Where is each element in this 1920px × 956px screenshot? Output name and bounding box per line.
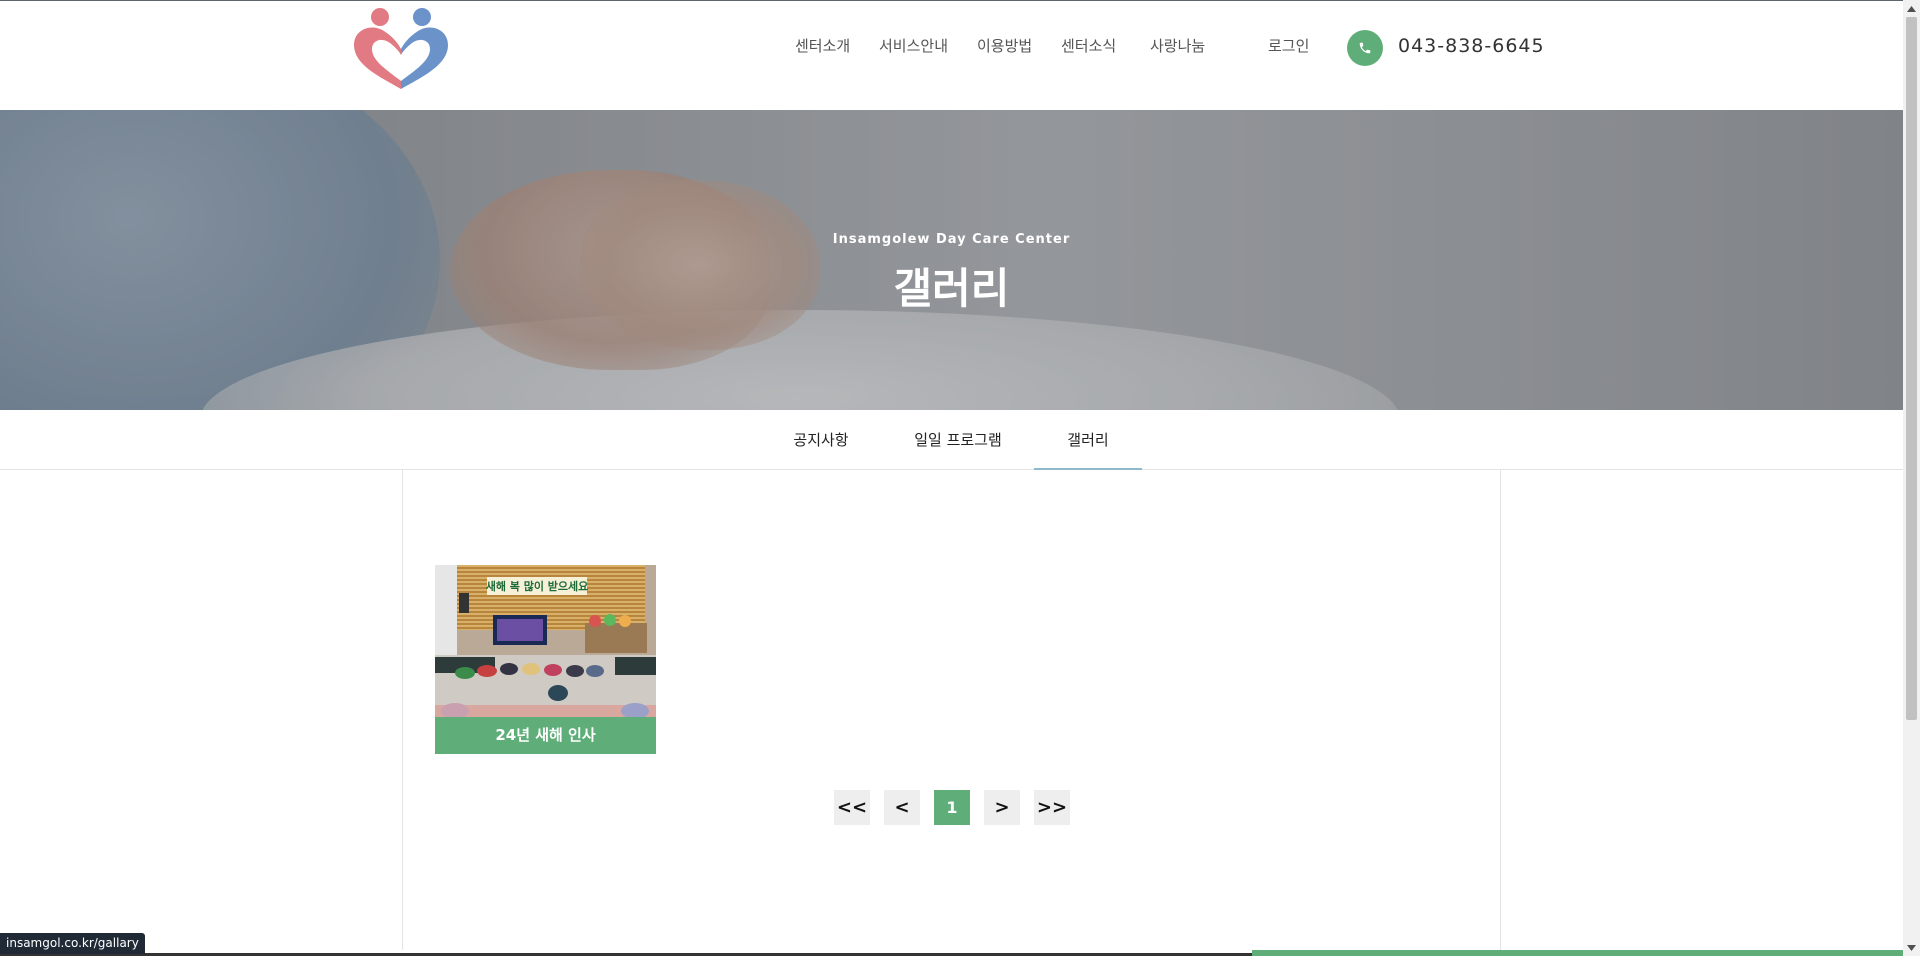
tab-gallery[interactable]: 갤러리 xyxy=(1034,410,1142,470)
nav-item-love-sharing[interactable]: 사랑나눔 xyxy=(1150,35,1205,56)
heart-logo-icon[interactable] xyxy=(350,5,452,91)
pagination-next-button[interactable]: > xyxy=(984,790,1020,825)
pagination-first-button[interactable]: << xyxy=(834,790,870,825)
nav-item-service-guide[interactable]: 서비스안내 xyxy=(879,35,948,56)
gallery-item[interactable]: 새해 복 많이 받으세요 24년 새해 인사 xyxy=(435,565,656,754)
nav-item-center-news[interactable]: 센터소식 xyxy=(1061,35,1116,56)
login-link[interactable]: 로그인 xyxy=(1268,35,1309,56)
status-bar-url: insamgol.co.kr/gallary xyxy=(0,933,145,954)
footer-accent-bar xyxy=(1252,950,1903,956)
gallery-item-caption[interactable]: 24년 새해 인사 xyxy=(435,717,656,754)
pagination-prev-button[interactable]: < xyxy=(884,790,920,825)
phone-icon xyxy=(1359,42,1371,54)
nav-item-how-to-use[interactable]: 이용방법 xyxy=(977,35,1032,56)
pagination-page-button[interactable]: 1 xyxy=(934,790,970,825)
site-header: 센터소개 서비스안내 이용방법 센터소식 사랑나눔 로그인 043-838-66… xyxy=(0,1,1903,110)
gallery-thumbnail[interactable]: 새해 복 많이 받으세요 xyxy=(435,565,656,717)
scroll-down-icon[interactable] xyxy=(1903,939,1920,956)
hero-subtitle: Insamgolew Day Care Center xyxy=(832,232,1071,247)
tab-daily-program[interactable]: 일일 프로그램 xyxy=(904,410,1012,470)
hero-banner: Insamgolew Day Care Center 갤러리 xyxy=(0,110,1903,410)
pagination-last-button[interactable]: >> xyxy=(1034,790,1070,825)
tab-notice[interactable]: 공지사항 xyxy=(780,410,862,470)
phone-number[interactable]: 043-838-6645 xyxy=(1398,35,1545,57)
gallery-photo: 새해 복 많이 받으세요 xyxy=(435,565,656,717)
scrollbar-thumb[interactable] xyxy=(1906,17,1917,720)
phone-badge xyxy=(1347,30,1383,66)
page-title: 갤러리 xyxy=(893,264,1010,313)
banner-text: 새해 복 많이 받으세요 xyxy=(486,579,589,593)
scroll-up-icon[interactable] xyxy=(1903,0,1920,17)
sub-nav: 공지사항 일일 프로그램 갤러리 xyxy=(0,410,1903,470)
vertical-scrollbar[interactable] xyxy=(1903,0,1920,956)
nav-item-center-intro[interactable]: 센터소개 xyxy=(795,35,850,56)
